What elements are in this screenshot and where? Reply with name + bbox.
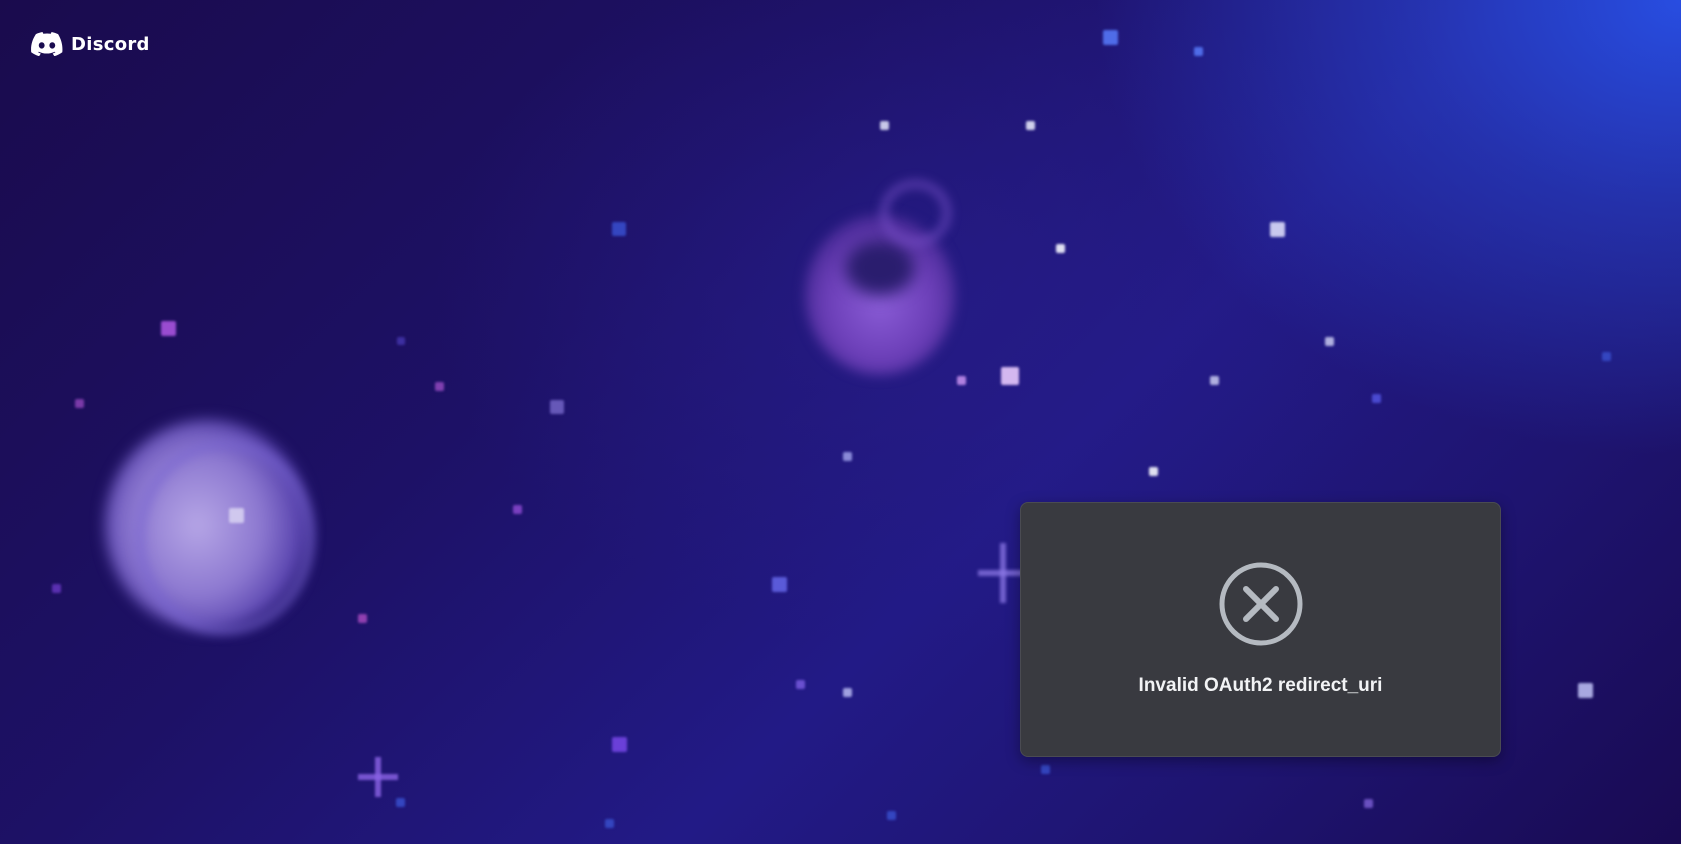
star-decoration	[1001, 367, 1019, 385]
portal-ring-decoration	[135, 440, 315, 635]
star-decoration	[358, 614, 367, 623]
star-decoration	[612, 737, 627, 752]
brand-link[interactable]: Discord	[31, 32, 150, 56]
star-decoration	[612, 222, 626, 236]
star-decoration	[843, 688, 852, 697]
potion-contents-decoration	[845, 240, 915, 295]
star-decoration	[435, 382, 444, 391]
star-decoration	[1602, 352, 1611, 361]
star-decoration	[880, 121, 889, 130]
star-decoration	[1364, 799, 1373, 808]
star-decoration	[1041, 765, 1050, 774]
star-decoration	[1149, 467, 1158, 476]
star-decoration	[161, 321, 176, 336]
star-decoration	[1056, 244, 1065, 253]
error-card: Invalid OAuth2 redirect_uri	[1020, 502, 1501, 757]
star-decoration	[1578, 683, 1593, 698]
star-decoration	[52, 584, 61, 593]
close-circle-icon	[1218, 561, 1304, 647]
star-decoration	[605, 819, 614, 828]
star-decoration	[1372, 394, 1381, 403]
potion-neck-decoration	[880, 180, 951, 246]
discord-logo-icon	[31, 32, 63, 56]
brand-wordmark: Discord	[71, 33, 150, 55]
star-decoration	[843, 452, 852, 461]
star-decoration	[1210, 376, 1219, 385]
star-decoration	[796, 680, 805, 689]
star-decoration	[1194, 47, 1203, 56]
star-decoration	[397, 337, 405, 345]
sparkle-decoration	[358, 757, 398, 797]
star-decoration	[513, 505, 522, 514]
star-decoration	[1325, 337, 1334, 346]
star-decoration	[1026, 121, 1035, 130]
star-decoration	[1270, 222, 1285, 237]
star-decoration	[550, 400, 564, 414]
star-decoration	[75, 399, 84, 408]
star-decoration	[957, 376, 966, 385]
star-decoration	[229, 508, 244, 523]
star-decoration	[1103, 30, 1118, 45]
star-decoration	[772, 577, 787, 592]
error-message: Invalid OAuth2 redirect_uri	[1138, 675, 1383, 696]
star-decoration	[396, 798, 405, 807]
star-decoration	[887, 811, 896, 820]
